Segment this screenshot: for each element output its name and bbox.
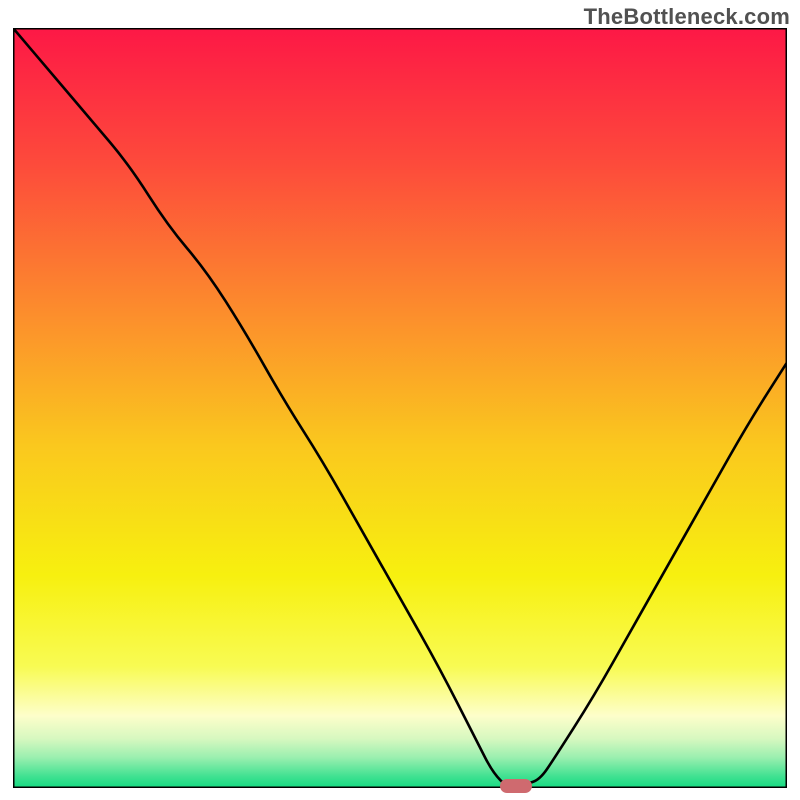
chart-container: TheBottleneck.com: [0, 0, 800, 800]
gradient-background: [13, 28, 787, 788]
bottleneck-curve-svg: [13, 28, 787, 788]
plot-area: [13, 28, 787, 788]
watermark-text: TheBottleneck.com: [584, 4, 790, 30]
